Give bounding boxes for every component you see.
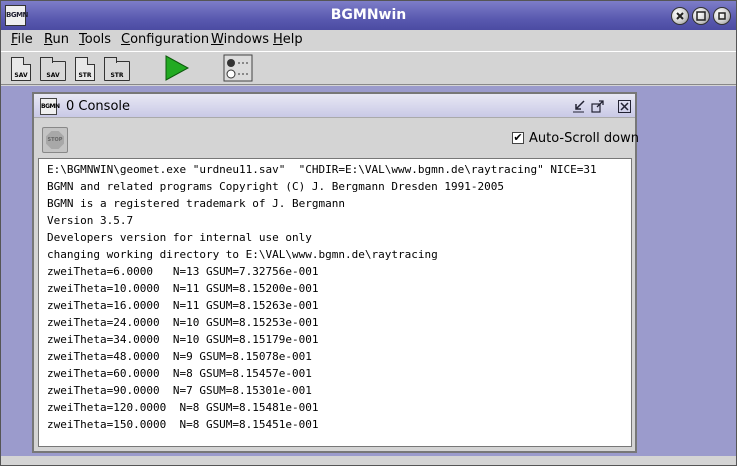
menu-file-label: ile — [17, 32, 33, 47]
save-sav-file-label: SAV — [14, 72, 28, 79]
close-window-button[interactable] — [671, 7, 689, 25]
status-strip — [1, 456, 736, 465]
application-window: BGMN BGMNwin File Run Tools Configuratio… — [0, 0, 737, 466]
save-str-folder-button[interactable]: STR — [103, 55, 131, 83]
menu-help-label: elp — [282, 32, 303, 47]
save-sav-folder-label: SAV — [46, 72, 60, 79]
console-line: zweiTheta=34.0000 N=10 GSUM=8.15179e-001 — [47, 333, 319, 346]
window-title: BGMNwin — [330, 7, 407, 23]
console-line: zweiTheta=48.0000 N=9 GSUM=8.15078e-001 — [47, 350, 312, 363]
menu-run[interactable]: Run — [44, 32, 69, 47]
menu-file[interactable]: File — [11, 32, 33, 47]
stop-icon: STOP — [46, 131, 64, 149]
options-button[interactable] — [223, 54, 253, 82]
console-output[interactable]: E:\BGMNWIN\geomet.exe "urdneu11.sav" "CH… — [38, 158, 632, 447]
menu-help-mnemonic: H — [273, 32, 283, 47]
close-icon — [676, 12, 684, 20]
radio-options-icon — [223, 54, 253, 82]
console-line: E:\BGMNWIN\geomet.exe "urdneu11.sav" "CH… — [47, 163, 597, 176]
menu-windows-label: indows — [223, 32, 270, 47]
console-line: changing working directory to E:\VAL\www… — [47, 248, 438, 261]
menu-configuration-label: onfiguration — [130, 32, 210, 47]
play-icon — [165, 55, 190, 81]
close-icon — [620, 102, 629, 111]
menu-windows-mnemonic: W — [211, 32, 224, 47]
menu-tools[interactable]: Tools — [79, 32, 111, 47]
console-line: zweiTheta=24.0000 N=10 GSUM=8.15253e-001 — [47, 316, 319, 329]
restore-window-button[interactable] — [692, 7, 710, 25]
save-str-file-button[interactable]: STR — [71, 55, 99, 83]
menu-run-label: un — [52, 32, 69, 47]
save-sav-folder-button[interactable]: SAV — [39, 55, 67, 83]
console-line: BGMN and related programs Copyright (C) … — [47, 180, 504, 193]
console-window: BGMN 0 Console STOP ✔ Auto-Scroll down E… — [32, 92, 639, 453]
console-line: zweiTheta=120.0000 N=8 GSUM=8.15481e-001 — [47, 401, 319, 414]
menu-help[interactable]: Help — [273, 32, 303, 47]
console-line: zweiTheta=150.0000 N=8 GSUM=8.15451e-001 — [47, 418, 319, 431]
title-bar[interactable]: BGMN BGMNwin — [1, 1, 736, 30]
console-title: 0 Console — [66, 99, 131, 114]
restore-icon — [696, 11, 706, 21]
stop-button[interactable]: STOP — [42, 127, 68, 153]
run-button[interactable] — [161, 54, 191, 82]
iconify-console-button[interactable] — [572, 100, 585, 113]
console-line: zweiTheta=16.0000 N=11 GSUM=8.15263e-001 — [47, 299, 319, 312]
auto-scroll-label: Auto-Scroll down — [529, 131, 639, 146]
checkbox-checked-icon[interactable]: ✔ — [512, 132, 524, 144]
bgmn-console-icon[interactable]: BGMN — [40, 98, 60, 115]
console-title-bar[interactable]: BGMN 0 Console — [34, 94, 635, 118]
minimize-icon — [718, 12, 726, 20]
console-line: BGMN is a registered trademark of J. Ber… — [47, 197, 346, 210]
console-line: zweiTheta=6.0000 N=13 GSUM=7.32756e-001 — [47, 265, 319, 278]
console-line: zweiTheta=60.0000 N=8 GSUM=8.15457e-001 — [47, 367, 312, 380]
menu-bar: File Run Tools Configuration Windows Hel… — [1, 30, 736, 50]
maximize-console-button[interactable] — [591, 100, 604, 113]
menu-windows[interactable]: Windows — [211, 32, 269, 47]
save-sav-file-button[interactable]: SAV — [7, 55, 35, 83]
iconify-icon — [573, 100, 585, 113]
console-line: zweiTheta=90.0000 N=7 GSUM=8.15301e-001 — [47, 384, 312, 397]
console-line: zweiTheta=10.0000 N=11 GSUM=8.15200e-001 — [47, 282, 319, 295]
save-str-folder-label: STR — [110, 72, 124, 79]
console-line: Version 3.5.7 — [47, 214, 134, 227]
save-str-file-label: STR — [78, 72, 92, 79]
console-line: Developers version for internal use only — [47, 231, 312, 244]
close-console-button[interactable] — [618, 100, 631, 113]
menu-configuration[interactable]: Configuration — [121, 32, 209, 47]
menu-configuration-mnemonic: C — [121, 32, 131, 47]
menu-tools-label: ools — [84, 32, 112, 47]
minimize-window-button[interactable] — [713, 7, 731, 25]
maximize-icon — [591, 100, 604, 113]
toolbar: SAV SAV STR STR — [1, 51, 736, 85]
